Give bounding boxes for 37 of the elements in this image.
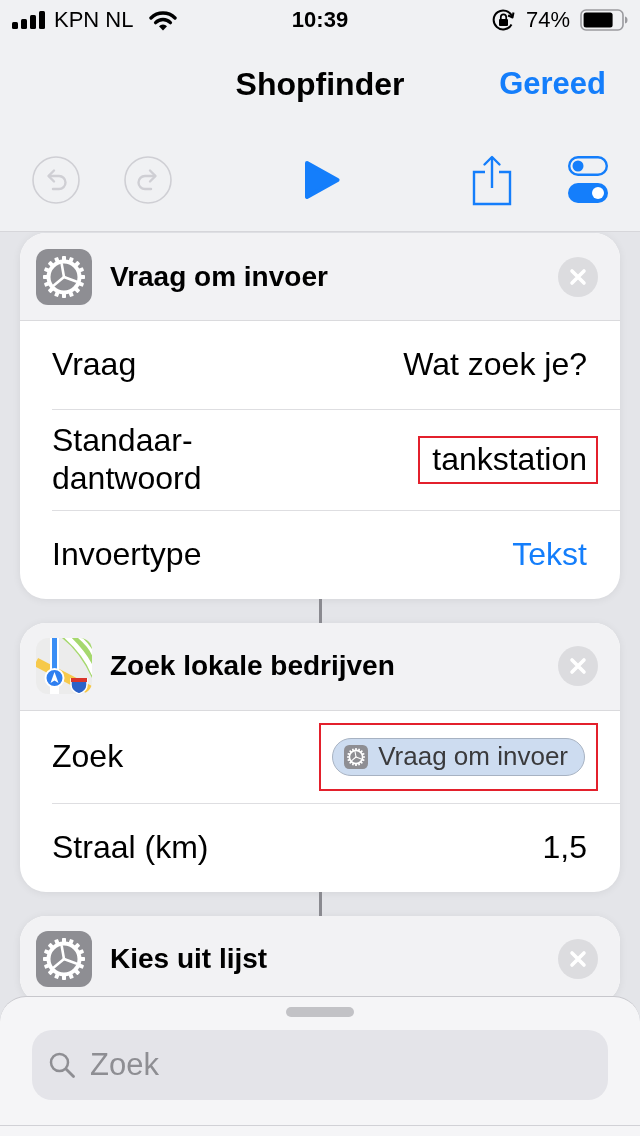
connector-line [318,598,322,623]
carrier-name: KPN NL [54,7,134,33]
action-title: Zoek lokale bedrijven [110,650,396,682]
drag-handle[interactable] [286,1007,354,1017]
field-value: tankstation [432,440,587,479]
option-link[interactable]: Tekst [512,535,587,574]
wifi-icon [149,9,178,31]
rotation-lock-icon [490,7,516,33]
map-icon [36,638,92,694]
search-field[interactable]: Zoek [32,1030,608,1100]
field-label: Invoertype [52,535,202,574]
connector-line [318,891,322,916]
search-icon [48,1051,76,1079]
field-label: Straal (km) [52,828,209,867]
done-button[interactable]: Gereed [499,66,606,102]
action-title: Kies uit lijst [110,943,269,975]
field-label: Standaar-dantwoord [52,422,203,498]
gear-icon [36,248,92,305]
signal-icon [12,11,46,29]
field-value: Wat zoek je? [403,346,587,384]
close-icon[interactable] [558,646,598,686]
shortcut-title: Shopfinder [235,65,405,103]
action-title: Vraag om invoer [110,260,329,293]
clock-time: 10:39 [291,7,349,33]
gear-icon [344,744,369,769]
play-icon[interactable] [304,159,340,200]
field-label: Zoek [52,737,124,776]
toggles-icon[interactable] [568,155,608,204]
gear-icon [36,931,92,987]
share-icon[interactable] [472,153,512,206]
battery-icon [580,9,628,31]
close-icon[interactable] [558,256,598,297]
variable-token[interactable]: Vraag om invoer [332,737,585,776]
close-icon[interactable] [558,939,598,979]
field-label: Vraag [52,346,137,384]
field-value: 1,5 [542,828,587,867]
battery-percentage: 74% [525,7,570,33]
